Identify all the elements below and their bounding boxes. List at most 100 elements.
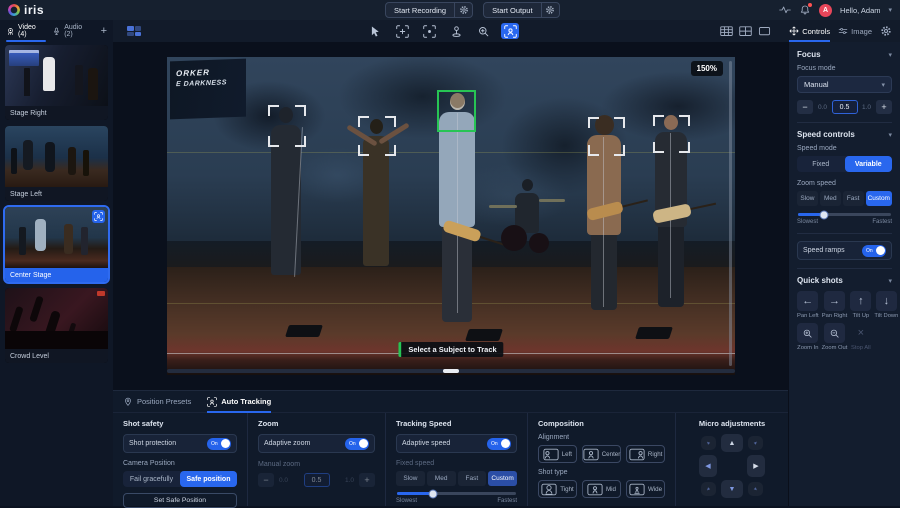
focus-decrease-button[interactable]: − <box>797 100 813 114</box>
zoom-speed-fast[interactable]: Fast <box>843 191 864 206</box>
fixed-speed-slider[interactable] <box>397 492 516 495</box>
adaptive-zoom-toggle[interactable]: On <box>345 438 369 450</box>
collapse-chevron-icon[interactable]: ▾ <box>888 131 892 139</box>
frame-select-tool-button[interactable] <box>420 23 438 39</box>
tab-image[interactable]: Image <box>838 20 872 42</box>
recording-settings-button[interactable] <box>454 3 472 17</box>
settings-gear-button[interactable] <box>880 25 892 37</box>
nudge-up-right-button[interactable]: ▲ <box>748 436 763 450</box>
nudge-right-button[interactable]: ▶ <box>747 455 765 477</box>
pan-left-button[interactable]: ← <box>797 291 818 311</box>
manual-zoom-decrease-button[interactable]: − <box>258 473 274 487</box>
start-output-button[interactable]: Start Output <box>484 3 540 17</box>
toggle-state-label: On <box>211 441 218 447</box>
fail-gracefully-option[interactable]: Fail gracefully <box>123 471 180 487</box>
camera-thumb-stage-left[interactable]: Stage Left <box>5 126 108 201</box>
face-tracking-box[interactable] <box>588 117 625 156</box>
camera-thumb-stage-right[interactable]: Stage Right <box>5 45 108 120</box>
face-tracking-box[interactable] <box>268 105 306 147</box>
zoom-speed-med[interactable]: Med <box>820 191 841 206</box>
tilt-down-button[interactable]: ↓ <box>876 291 897 311</box>
video-preview[interactable]: ORKER E DARKNESS <box>167 57 735 375</box>
pan-right-button[interactable]: → <box>824 291 845 311</box>
tab-video-label: Video (4) <box>18 24 46 38</box>
zoom-speed-slider[interactable] <box>798 213 891 216</box>
speed-ramps-toggle[interactable]: On <box>862 245 886 257</box>
notifications-bell-icon[interactable] <box>799 4 811 16</box>
fixed-speed-fast[interactable]: Fast <box>458 471 487 486</box>
tilt-down-cell: ↓ Tilt Down <box>874 291 898 319</box>
shot-wide-button[interactable]: Wide <box>626 480 665 498</box>
manual-zoom-increase-button[interactable]: + <box>359 473 375 487</box>
tab-auto-tracking[interactable]: Auto Tracking <box>207 391 271 413</box>
camera-thumb-crowd-level[interactable]: Crowd Level <box>5 288 108 363</box>
focus-mode-dropdown[interactable]: Manual ▾ <box>797 76 892 93</box>
collapse-chevron-icon[interactable]: ▾ <box>888 277 892 285</box>
vertical-scrollbar[interactable] <box>729 61 732 366</box>
stop-all-button[interactable]: × <box>850 323 871 343</box>
add-source-button[interactable]: + <box>101 25 107 37</box>
shot-tight-button[interactable]: Tight <box>538 480 577 498</box>
slider-handle[interactable] <box>820 210 829 219</box>
speed-mode-variable[interactable]: Variable <box>845 156 893 172</box>
nudge-down-right-button[interactable]: ▲ <box>748 482 763 496</box>
nudge-left-button[interactable]: ◀ <box>699 455 717 477</box>
tab-position-presets[interactable]: Position Presets <box>123 391 191 413</box>
tilt-up-button[interactable]: ↑ <box>850 291 871 311</box>
grid-view-button[interactable] <box>127 26 141 36</box>
nudge-up-button[interactable]: ▲ <box>721 434 743 452</box>
arrow-right-icon: → <box>829 295 840 307</box>
quick-shots-section: Quick shots ▾ ← Pan Left → Pan Right ↑ T… <box>797 268 892 359</box>
user-menu-chevron-icon[interactable]: ▾ <box>888 6 892 14</box>
multiview-single-button[interactable] <box>758 25 771 38</box>
top-bar: iris Start Recording Start Output A Hell… <box>0 0 900 20</box>
zoom-in-button[interactable] <box>797 323 818 343</box>
shot-mid-label: Mid <box>606 486 616 493</box>
align-right-button[interactable]: Right <box>626 445 665 463</box>
output-settings-button[interactable] <box>541 3 559 17</box>
zoom-speed-slow[interactable]: Slow <box>797 191 818 206</box>
align-center-button[interactable]: Center <box>582 445 622 463</box>
shot-protection-toggle[interactable]: On <box>207 438 231 450</box>
zoom-out-button[interactable] <box>824 323 845 343</box>
fixed-speed-med[interactable]: Med <box>427 471 456 486</box>
face-tracking-box[interactable] <box>653 115 690 153</box>
align-left-button[interactable]: Left <box>538 445 577 463</box>
fixed-speed-custom[interactable]: Custom <box>488 471 517 486</box>
focus-current-value[interactable]: 0.5 <box>832 100 858 114</box>
joystick-tool-button[interactable] <box>447 23 465 39</box>
face-tracking-box[interactable] <box>358 116 396 156</box>
tab-audio[interactable]: Audio (2) <box>52 20 92 42</box>
zoom-speed-custom[interactable]: Custom <box>866 191 892 206</box>
safe-position-option[interactable]: Safe position <box>180 471 237 487</box>
nudge-down-button[interactable]: ▼ <box>721 480 743 498</box>
tab-controls[interactable]: Controls <box>789 20 830 42</box>
focus-increase-button[interactable]: + <box>876 100 892 114</box>
camera-thumb-center-stage[interactable]: Center Stage <box>5 207 108 282</box>
fixed-speed-slow[interactable]: Slow <box>396 471 425 486</box>
nudge-up-left-button[interactable]: ▲ <box>701 436 716 450</box>
start-recording-button[interactable]: Start Recording <box>386 3 454 17</box>
speed-mode-fixed[interactable]: Fixed <box>797 156 845 172</box>
multiview-quad-button[interactable] <box>739 25 752 38</box>
multiview-grid-button[interactable] <box>720 25 733 38</box>
collapse-chevron-icon[interactable]: ▾ <box>888 51 892 59</box>
pointer-tool-button[interactable] <box>366 23 384 39</box>
adaptive-speed-toggle[interactable]: On <box>487 438 511 450</box>
shot-mid-button[interactable]: Mid <box>582 480 621 498</box>
horizontal-scrollbar[interactable] <box>167 369 735 373</box>
lyrics-line: E DARKNESS <box>176 79 246 88</box>
nudge-down-left-button[interactable]: ▲ <box>701 482 716 496</box>
auto-track-tool-button[interactable] <box>501 23 519 39</box>
zoom-tool-button[interactable] <box>474 23 492 39</box>
scrollbar-handle[interactable] <box>443 369 459 373</box>
slider-handle[interactable] <box>428 489 437 498</box>
avatar[interactable]: A <box>819 4 832 17</box>
select-subject-tooltip: Select a Subject to Track <box>398 342 503 357</box>
center-target-tool-button[interactable] <box>393 23 411 39</box>
activity-icon[interactable] <box>779 4 791 16</box>
manual-zoom-value[interactable]: 0.5 <box>304 473 330 487</box>
tab-video[interactable]: Video (4) <box>6 20 46 42</box>
arrow-left-icon: ◀ <box>705 462 710 470</box>
face-tracking-box-active[interactable] <box>437 90 476 132</box>
